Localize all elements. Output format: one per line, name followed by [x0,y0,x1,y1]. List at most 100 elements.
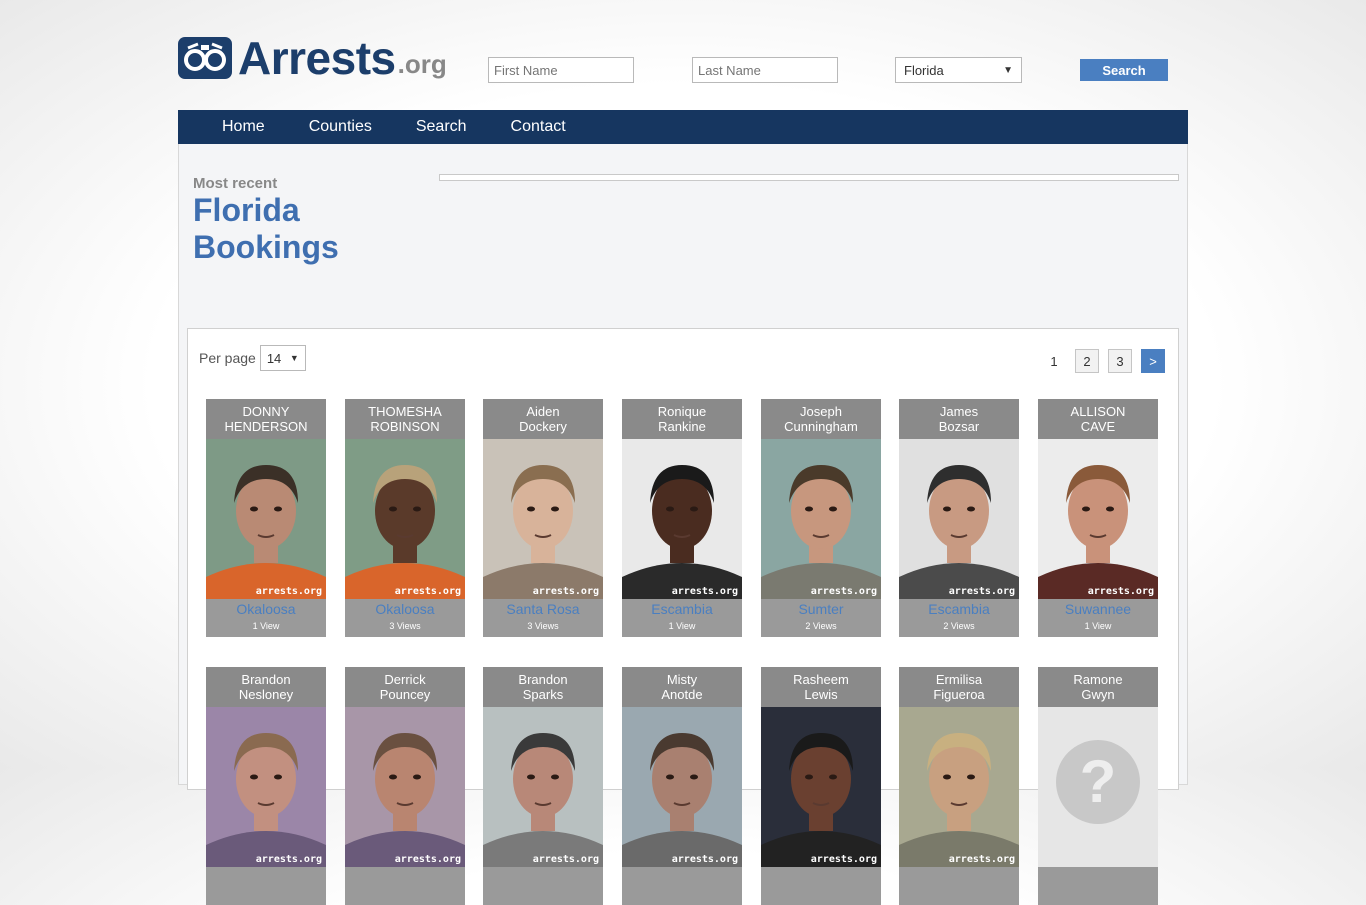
booking-card[interactable]: Misty Anotde arrests.org [622,667,742,905]
booking-card[interactable]: James Bozsar arrests.org Escambia 2 Views [899,399,1019,637]
page-3[interactable]: 3 [1108,349,1132,373]
mugshot-photo[interactable]: arrests.org [622,439,742,599]
inmate-name[interactable]: Aiden Dockery [483,399,603,439]
inmate-name[interactable]: Brandon Sparks [483,667,603,707]
mugshot-photo[interactable]: arrests.org [1038,439,1158,599]
county-link[interactable] [1038,867,1158,887]
booking-card[interactable]: Brandon Nesloney arrests.org [206,667,326,905]
next-page-button[interactable]: > [1141,349,1165,373]
inmate-name[interactable]: Derrick Pouncey [345,667,465,707]
inmate-name[interactable]: THOMESHA ROBINSON [345,399,465,439]
inmate-name[interactable]: Brandon Nesloney [206,667,326,707]
booking-card[interactable]: Rasheem Lewis arrests.org [761,667,881,905]
view-count [483,887,603,905]
booking-card[interactable]: Ronique Rankine arrests.org Escambia 1 View [622,399,742,637]
mugshot-figure [761,733,881,867]
booking-card[interactable]: THOMESHA ROBINSON arrests.org Okaloosa 3 Vie… [345,399,465,637]
nav-home[interactable]: Home [222,118,265,136]
inmate-last-name: Lewis [804,687,838,702]
watermark: arrests.org [671,854,738,865]
mugshot-photo[interactable]: arrests.org [206,707,326,867]
mugshot-photo[interactable]: arrests.org [345,439,465,599]
inmate-first-name: Brandon [518,672,568,687]
booking-card[interactable]: Derrick Pouncey arrests.org [345,667,465,905]
inmate-last-name: Anotde [661,687,703,702]
state-select[interactable]: Florida ▼ [895,57,1022,83]
mugshot-figure [206,733,326,867]
watermark: arrests.org [948,854,1015,865]
watermark: arrests.org [948,586,1015,597]
view-count: 1 View [206,619,326,637]
county-link[interactable] [622,867,742,887]
main-nav: Home Counties Search Contact [178,110,1188,144]
page-2[interactable]: 2 [1075,349,1099,373]
county-link[interactable] [899,867,1019,887]
county-link[interactable]: Sumter [761,599,881,619]
inmate-name[interactable]: Ramone Gwyn [1038,667,1158,707]
inmate-last-name: Nesloney [238,687,294,702]
mugshot-photo[interactable]: ? [1038,707,1158,867]
inmate-name[interactable]: James Bozsar [899,399,1019,439]
per-page-value: 14 [266,350,282,366]
inmate-name[interactable]: Ermilisa Figueroa [899,667,1019,707]
inmate-first-name: Misty [666,672,698,687]
booking-card[interactable]: Ermilisa Figueroa arrests.org [899,667,1019,905]
county-link[interactable]: Escambia [622,599,742,619]
mugshot-photo[interactable]: arrests.org [622,707,742,867]
inmate-last-name: Pouncey [379,687,431,702]
watermark: arrests.org [532,854,599,865]
watermark: arrests.org [671,586,738,597]
booking-card[interactable]: Brandon Sparks arrests.org [483,667,603,905]
state-select-value: Florida [904,62,944,78]
mugshot-figure [899,465,1019,599]
chevron-down-icon: ▼ [289,353,299,363]
inmate-name[interactable]: Rasheem Lewis [761,667,881,707]
inmate-name[interactable]: Joseph Cunningham [761,399,881,439]
county-link[interactable]: Suwannee [1038,599,1158,619]
inmate-name[interactable]: DONNY HENDERSON [206,399,326,439]
mugshot-figure [1038,465,1158,599]
mugshot-figure [622,465,742,599]
nav-counties[interactable]: Counties [309,118,372,136]
nav-contact[interactable]: Contact [511,118,566,136]
county-link[interactable] [206,867,326,887]
booking-card[interactable]: Ramone Gwyn? [1038,667,1158,905]
county-link[interactable] [761,867,881,887]
mugshot-photo[interactable]: arrests.org [761,707,881,867]
county-link[interactable]: Santa Rosa [483,599,603,619]
view-count [1038,887,1158,905]
mugshot-photo[interactable]: arrests.org [899,707,1019,867]
view-count [622,887,742,905]
mugshot-photo[interactable]: arrests.org [899,439,1019,599]
logo[interactable]: Arrests .org [178,35,447,81]
mugshot-photo[interactable]: arrests.org [761,439,881,599]
view-count: 3 Views [345,619,465,637]
mugshot-photo[interactable]: arrests.org [206,439,326,599]
inmate-first-name: ALLISON [1070,404,1126,419]
watermark: arrests.org [1087,586,1154,597]
mugshot-photo[interactable]: arrests.org [483,707,603,867]
booking-card[interactable]: ALLISON CAVE arrests.org Suwannee 1 View [1038,399,1158,637]
inmate-first-name: Ramone [1073,672,1123,687]
handcuffs-logo-icon [178,37,232,79]
nav-search[interactable]: Search [416,118,467,136]
watermark: arrests.org [255,854,322,865]
inmate-name[interactable]: Misty Anotde [622,667,742,707]
per-page-label: Per page [199,350,256,366]
mugshot-photo[interactable]: arrests.org [345,707,465,867]
first-name-input[interactable] [488,57,634,83]
county-link[interactable]: Okaloosa [345,599,465,619]
last-name-input[interactable] [692,57,838,83]
county-link[interactable] [345,867,465,887]
per-page-select[interactable]: 14 ▼ [259,345,306,371]
inmate-name[interactable]: ALLISON CAVE [1038,399,1158,439]
search-button[interactable]: Search [1080,59,1168,81]
mugshot-photo[interactable]: arrests.org [483,439,603,599]
booking-card[interactable]: Joseph Cunningham arrests.org Sumter 2 Views [761,399,881,637]
county-link[interactable]: Okaloosa [206,599,326,619]
booking-card[interactable]: DONNY HENDERSON arrests.org Okaloosa 1 View [206,399,326,637]
booking-card[interactable]: Aiden Dockery arrests.org Santa Rosa 3 Views [483,399,603,637]
inmate-name[interactable]: Ronique Rankine [622,399,742,439]
county-link[interactable] [483,867,603,887]
county-link[interactable]: Escambia [899,599,1019,619]
